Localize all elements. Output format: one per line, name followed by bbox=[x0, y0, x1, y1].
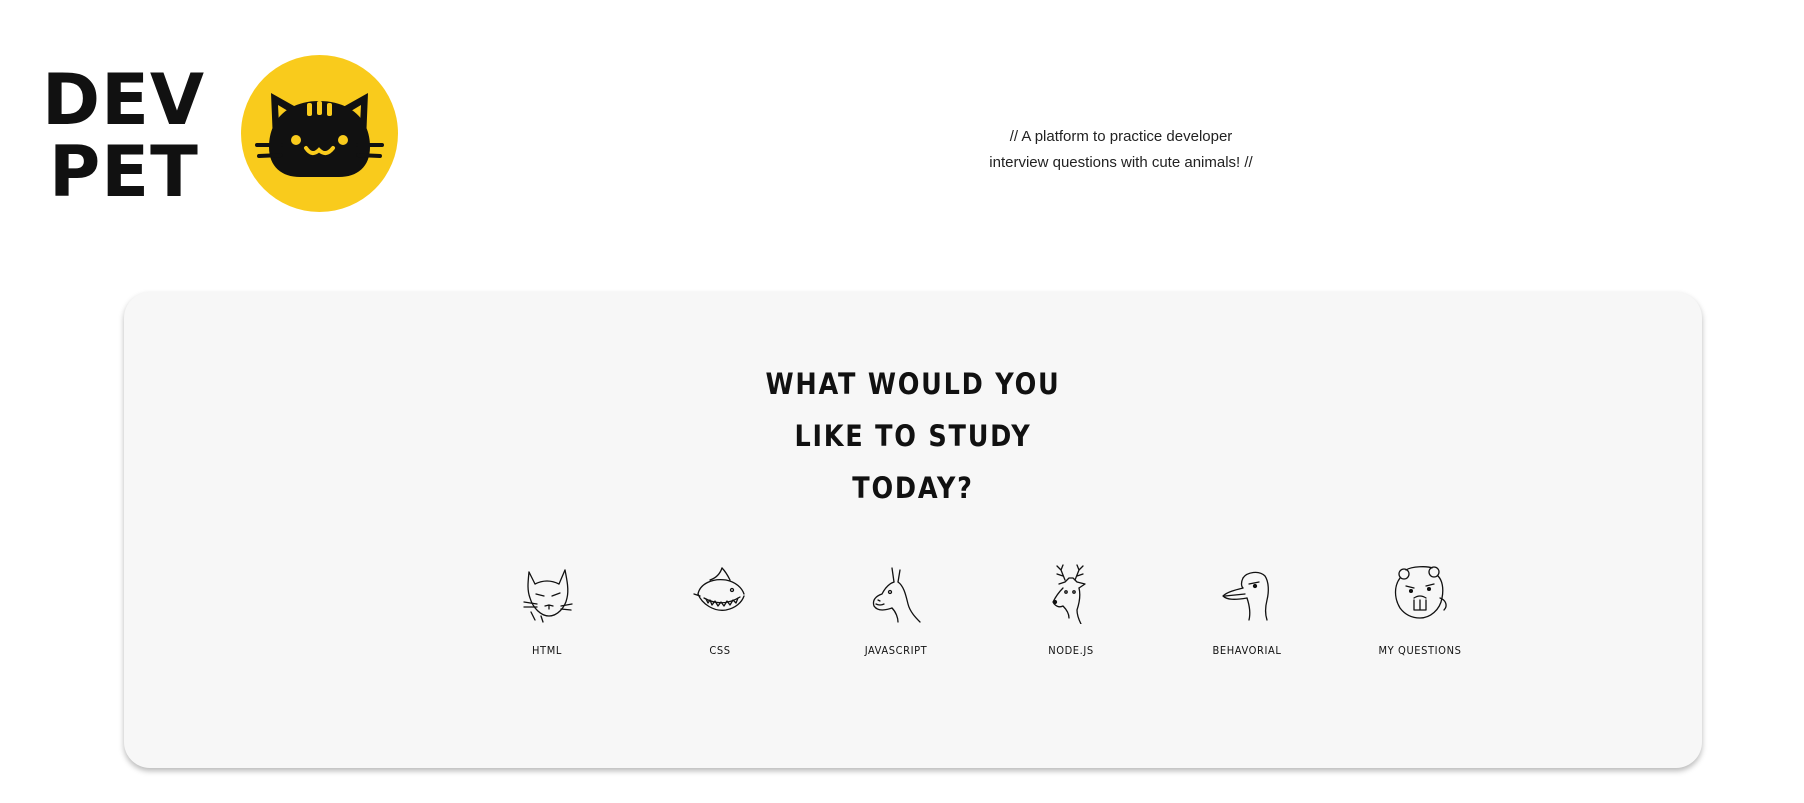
site-header: DEV PET // A platform to practice develo… bbox=[0, 0, 1804, 290]
topic-label: MY QUESTIONS bbox=[1378, 644, 1462, 657]
topic-css[interactable]: CSS bbox=[645, 564, 795, 674]
shark-icon bbox=[693, 567, 745, 611]
topic-label: CSS bbox=[709, 644, 731, 657]
beaver-icon bbox=[1394, 566, 1447, 619]
topic-label: NODE.JS bbox=[1048, 644, 1094, 657]
topic-html[interactable]: HTML bbox=[472, 564, 622, 674]
topic-list: HTML CSS JAVASCRIPT NODE.JS BEHAVORIAL M… bbox=[124, 564, 1702, 674]
topic-label: BEHAVORIAL bbox=[1212, 644, 1282, 657]
study-panel: WHAT WOULD YOU LIKE TO STUDY TODAY? HTML bbox=[124, 292, 1702, 768]
cat-icon bbox=[523, 569, 573, 623]
topic-my-questions[interactable]: MY QUESTIONS bbox=[1345, 564, 1495, 674]
heading-line-3: TODAY? bbox=[852, 471, 974, 505]
topic-label: HTML bbox=[532, 644, 562, 657]
topic-nodejs[interactable]: NODE.JS bbox=[996, 564, 1146, 674]
topic-javascript[interactable]: JAVASCRIPT bbox=[821, 564, 971, 674]
topic-label: JAVASCRIPT bbox=[864, 644, 928, 657]
brand-wordmark[interactable]: DEV PET bbox=[42, 64, 205, 208]
tagline-line-1: // A platform to practice developer bbox=[1009, 128, 1233, 145]
cat-face-icon bbox=[255, 93, 384, 177]
tagline-line-2: interview questions with cute animals! /… bbox=[989, 154, 1253, 171]
heading-line-2: LIKE TO STUDY bbox=[794, 419, 1032, 453]
tagline: // A platform to practice developer inte… bbox=[946, 124, 1296, 176]
heading-line-1: WHAT WOULD YOU bbox=[765, 367, 1061, 401]
duck-icon bbox=[1222, 571, 1269, 621]
llama-icon bbox=[872, 567, 921, 623]
deer-icon bbox=[1052, 564, 1086, 624]
brand-line-2: PET bbox=[49, 131, 199, 213]
cat-logo[interactable] bbox=[241, 55, 398, 212]
brand-line-1: DEV bbox=[42, 59, 206, 141]
topic-behavorial[interactable]: BEHAVORIAL bbox=[1172, 564, 1322, 674]
study-heading: WHAT WOULD YOU LIKE TO STUDY TODAY? bbox=[219, 358, 1608, 514]
